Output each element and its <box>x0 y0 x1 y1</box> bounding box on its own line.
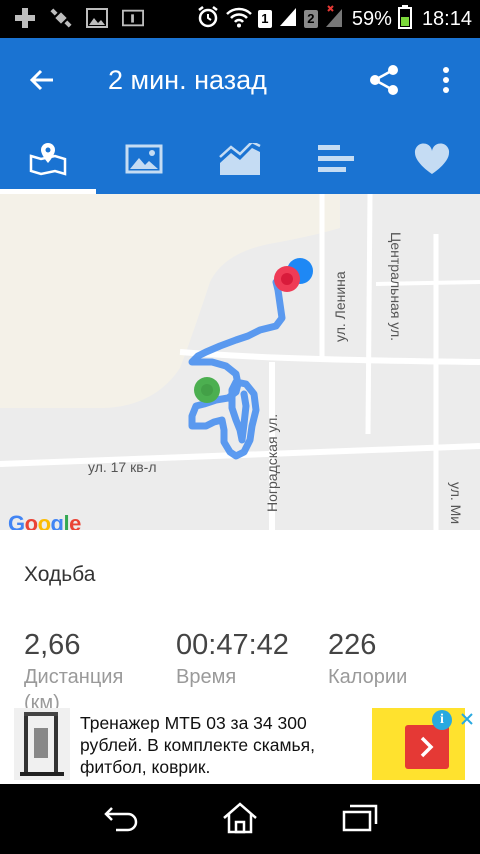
stat-value: 00:47:42 <box>176 629 289 661</box>
stat-value: 2,66 <box>24 629 81 661</box>
clock: 18:14 <box>421 7 472 30</box>
map-icon <box>29 143 67 176</box>
street-label: Ноградская ул. <box>264 413 280 512</box>
distance-unit: (км) <box>24 692 60 708</box>
route-map[interactable]: ул. Ленина Центральная ул. Ноградская ул… <box>0 194 480 530</box>
tab-bar <box>0 124 480 194</box>
nav-recents-button[interactable] <box>338 798 382 838</box>
activity-summary: Ходьба 2,66 Дистанция 00:47:42 Время 226… <box>0 530 480 708</box>
satellite-icon <box>50 7 72 29</box>
stat-calories: 226 Калории <box>328 629 407 689</box>
tab-map[interactable] <box>0 124 96 194</box>
stat-label: Время <box>176 666 237 688</box>
stat-distance: 2,66 Дистанция <box>24 629 123 689</box>
ad-image <box>14 708 70 780</box>
chart-icon <box>219 143 261 175</box>
activity-type: Ходьба <box>24 563 96 586</box>
tab-health[interactable] <box>384 124 480 194</box>
bars-icon <box>318 145 354 172</box>
wifi-icon <box>226 6 252 33</box>
sim2-badge: 2 <box>303 10 318 28</box>
battery-percent: 59% <box>351 7 392 30</box>
gallery-icon <box>86 7 108 29</box>
share-button[interactable] <box>364 60 404 100</box>
back-icon <box>104 807 138 832</box>
toolbar: 2 мин. назад <box>0 38 480 124</box>
share-icon <box>370 65 398 95</box>
ad-banner[interactable]: Тренажер МТБ 03 за 34 300 рублей. В комп… <box>0 708 480 784</box>
street-label: ул. Ленина <box>332 271 348 342</box>
more-options-button[interactable] <box>428 60 464 100</box>
page-title: 2 мин. назад <box>108 65 267 95</box>
tab-photos[interactable] <box>96 124 192 194</box>
stat-value: 226 <box>328 629 377 661</box>
alarm-icon <box>196 5 220 34</box>
more-vert-icon <box>443 67 449 93</box>
google-logo: Google <box>8 511 81 530</box>
sim1-badge: 1 <box>257 10 272 28</box>
image-icon <box>125 144 163 174</box>
status-bar: 1 2 59% 18:14 <box>0 0 480 38</box>
ad-info-icon[interactable]: i <box>432 710 452 730</box>
info-card-icon <box>122 7 144 29</box>
tab-charts[interactable] <box>192 124 288 194</box>
street-label: ул. Ми <box>448 482 464 525</box>
battery-icon <box>397 4 412 34</box>
stat-label: Дистанция <box>24 666 124 688</box>
app-bar: 2 мин. назад <box>0 38 480 194</box>
home-icon <box>223 802 257 834</box>
no-signal-icon <box>324 4 346 34</box>
ad-close-button[interactable] <box>456 708 478 730</box>
stat-time: 00:47:42 Время <box>176 629 289 689</box>
signal-icon <box>278 6 298 33</box>
tab-splits[interactable] <box>288 124 384 194</box>
nav-home-button[interactable] <box>218 798 262 838</box>
stat-label: Калории <box>328 666 408 688</box>
close-icon <box>461 713 473 725</box>
nav-back-button[interactable] <box>100 798 144 838</box>
system-nav-bar <box>0 784 480 854</box>
arrow-back-icon <box>29 69 53 91</box>
back-button[interactable] <box>22 60 62 100</box>
ad-text: Тренажер МТБ 03 за 34 300 рублей. В комп… <box>80 713 316 777</box>
ad-open-button[interactable] <box>405 725 449 769</box>
chevron-right-icon <box>420 736 434 758</box>
street-label: ул. 17 кв-л <box>88 459 157 475</box>
heart-icon <box>414 143 450 174</box>
street-label: Центральная ул. <box>388 232 404 342</box>
map-canvas <box>0 194 480 530</box>
recents-icon <box>342 804 378 832</box>
map-area-beige <box>0 194 340 408</box>
dpad-icon <box>14 7 36 29</box>
